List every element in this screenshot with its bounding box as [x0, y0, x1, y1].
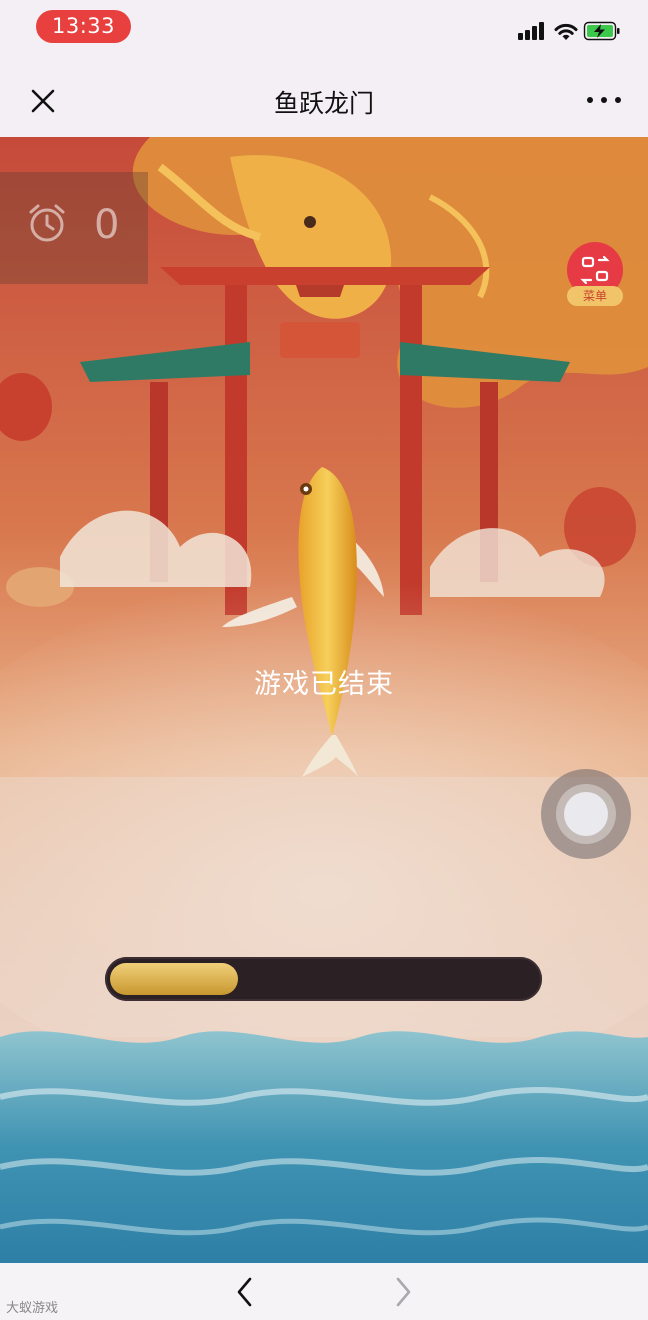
chevron-right-icon[interactable] [390, 1275, 416, 1309]
cellular-signal-icon [518, 22, 544, 40]
menu-button[interactable]: 菜单 [563, 242, 627, 308]
timer-panel: 0 [0, 172, 148, 284]
more-icon[interactable] [584, 90, 624, 110]
nav-bar: 鱼跃龙门 [0, 58, 648, 137]
jump-button[interactable] [539, 767, 633, 861]
progress-fill [110, 963, 238, 995]
battery-charging-icon [583, 21, 620, 41]
status-bar: 13:33 [0, 0, 648, 58]
browser-toolbar: 大蚁游戏 [0, 1263, 648, 1320]
chevron-left-icon[interactable] [232, 1275, 258, 1309]
wifi-icon [554, 23, 578, 40]
menu-label: 菜单 [567, 286, 623, 306]
game-canvas[interactable]: 0 菜单 游戏已结束 [0, 137, 648, 1263]
progress-bar [105, 957, 542, 1001]
status-icons [518, 21, 620, 41]
alarm-clock-icon [29, 204, 65, 242]
page-title: 鱼跃龙门 [273, 89, 374, 118]
timer-count: 0 [94, 202, 120, 248]
watermark: 大蚁游戏 [6, 1301, 59, 1316]
game-over-text: 游戏已结束 [254, 669, 394, 700]
status-time: 13:33 [36, 10, 131, 43]
